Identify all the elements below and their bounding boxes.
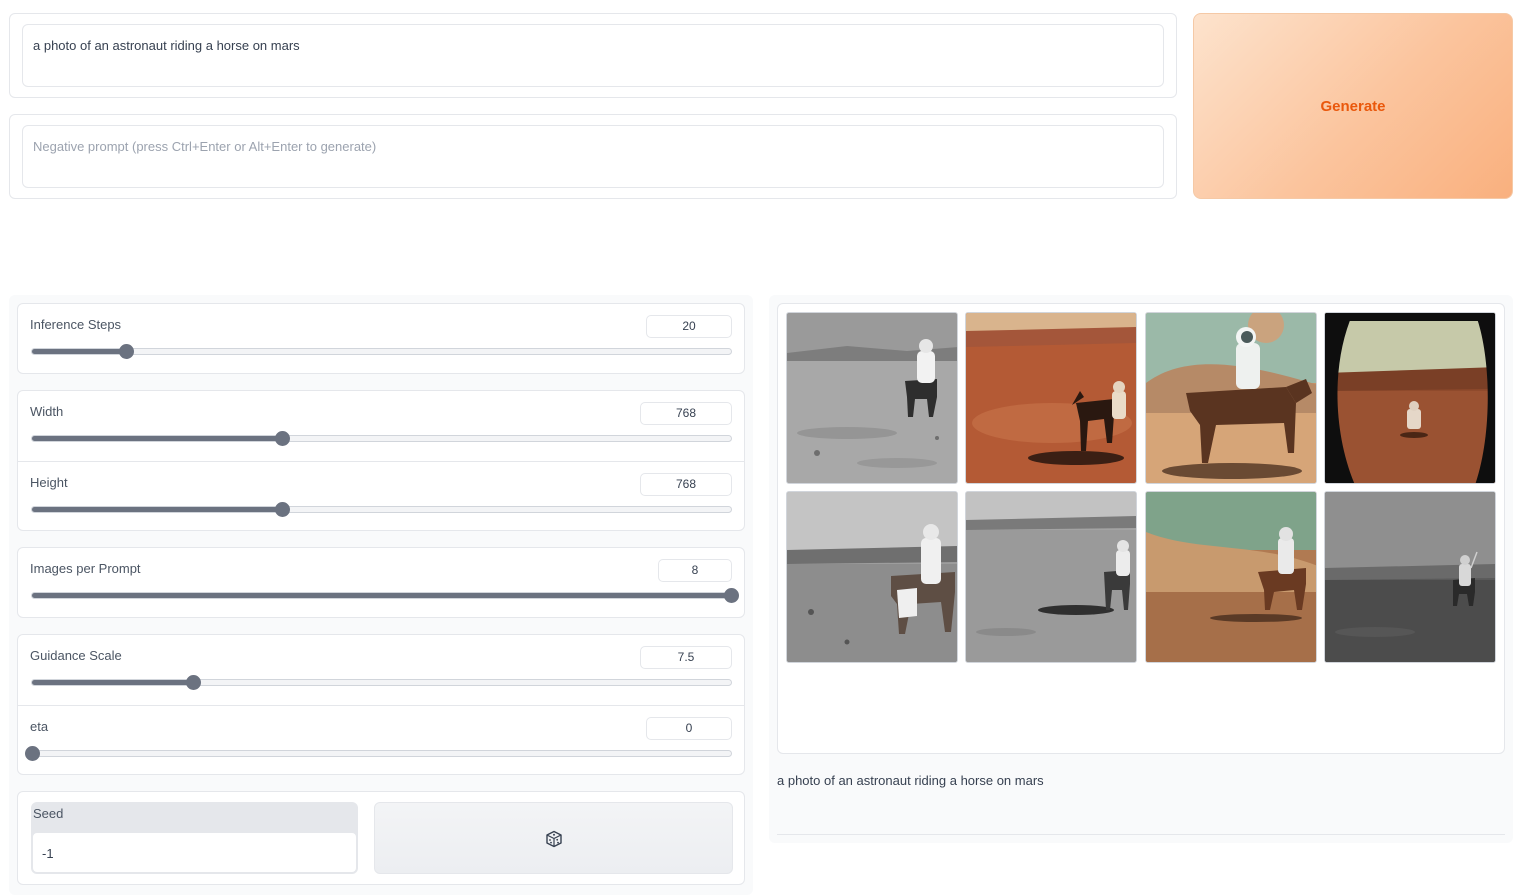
seed-panel: Seed -1 — [17, 791, 745, 885]
eta-slider-row: eta 0 — [18, 705, 744, 775]
inference-steps-slider-handle[interactable] — [119, 344, 135, 359]
images-per-prompt-number-input[interactable]: 8 — [658, 559, 732, 582]
images-per-prompt-slider-fill — [32, 593, 731, 598]
guidance-scale-slider-fill — [32, 680, 193, 685]
guidance-scale-label: Guidance Scale — [30, 648, 122, 663]
guidance-panel: Guidance Scale 7.5 eta 0 — [17, 634, 745, 775]
gallery-image-4[interactable] — [1324, 312, 1496, 484]
inference-steps-slider-fill — [32, 349, 127, 354]
height-number-input[interactable]: 768 — [640, 473, 732, 496]
eta-number-input[interactable]: 0 — [646, 717, 732, 740]
inference-steps-panel: Inference Steps 20 — [17, 303, 745, 374]
eta-slider[interactable] — [25, 746, 732, 761]
generate-button[interactable]: Generate — [1193, 13, 1513, 199]
inference-steps-slider[interactable] — [31, 344, 732, 359]
output-column: a photo of an astronaut riding a horse o… — [769, 295, 1513, 843]
height-label: Height — [30, 475, 68, 490]
caption-divider — [777, 834, 1505, 835]
gallery-image-3[interactable] — [1145, 312, 1317, 484]
prompt-input[interactable]: a photo of an astronaut riding a horse o… — [22, 24, 1164, 87]
inference-steps-slider-row: Inference Steps 20 — [18, 304, 744, 374]
controls-column: Inference Steps 20 Width 768 Height 768 — [9, 295, 753, 895]
gallery-image-5[interactable] — [786, 491, 958, 663]
seed-input[interactable]: -1 — [32, 832, 357, 873]
width-number-input[interactable]: 768 — [640, 402, 732, 425]
width-slider-fill — [32, 436, 282, 441]
guidance-scale-number-input[interactable]: 7.5 — [640, 646, 732, 669]
eta-slider-handle[interactable] — [25, 746, 40, 761]
negative-prompt-input[interactable] — [22, 125, 1164, 188]
guidance-scale-slider[interactable] — [31, 675, 732, 690]
prompt-block: a photo of an astronaut riding a horse o… — [9, 13, 1177, 98]
gallery-image-8[interactable] — [1324, 491, 1496, 663]
width-slider-handle[interactable] — [274, 431, 290, 446]
image-gallery — [777, 303, 1505, 754]
width-slider-row: Width 768 — [18, 391, 744, 461]
images-per-prompt-label: Images per Prompt — [30, 561, 141, 576]
gallery-image-6[interactable] — [965, 491, 1137, 663]
images-per-prompt-slider-handle[interactable] — [724, 588, 739, 603]
images-per-prompt-slider-row: Images per Prompt 8 — [18, 548, 744, 618]
randomize-seed-button[interactable] — [374, 802, 733, 874]
guidance-scale-slider-handle[interactable] — [185, 675, 201, 690]
images-per-prompt-slider[interactable] — [31, 588, 739, 603]
guidance-scale-slider-row: Guidance Scale 7.5 — [18, 635, 744, 705]
inference-steps-number-input[interactable]: 20 — [646, 315, 732, 338]
height-slider-handle[interactable] — [274, 502, 290, 517]
width-label: Width — [30, 404, 64, 419]
height-slider-row: Height 768 — [18, 461, 744, 531]
gallery-image-2[interactable] — [965, 312, 1137, 484]
dice-icon — [546, 830, 562, 848]
gallery-image-7[interactable] — [1145, 491, 1317, 663]
height-slider[interactable] — [31, 502, 732, 517]
seed-field: Seed -1 — [31, 802, 358, 874]
inference-steps-label: Inference Steps — [30, 317, 122, 332]
gallery-image-1[interactable] — [786, 312, 958, 484]
negative-prompt-block — [9, 114, 1177, 199]
eta-label: eta — [30, 719, 49, 734]
height-slider-fill — [32, 507, 282, 512]
seed-label: Seed — [33, 806, 64, 821]
images-per-prompt-panel: Images per Prompt 8 — [17, 547, 745, 618]
dimensions-panel: Width 768 Height 768 — [17, 390, 745, 531]
width-slider[interactable] — [31, 431, 732, 446]
gallery-caption: a photo of an astronaut riding a horse o… — [777, 773, 1044, 788]
